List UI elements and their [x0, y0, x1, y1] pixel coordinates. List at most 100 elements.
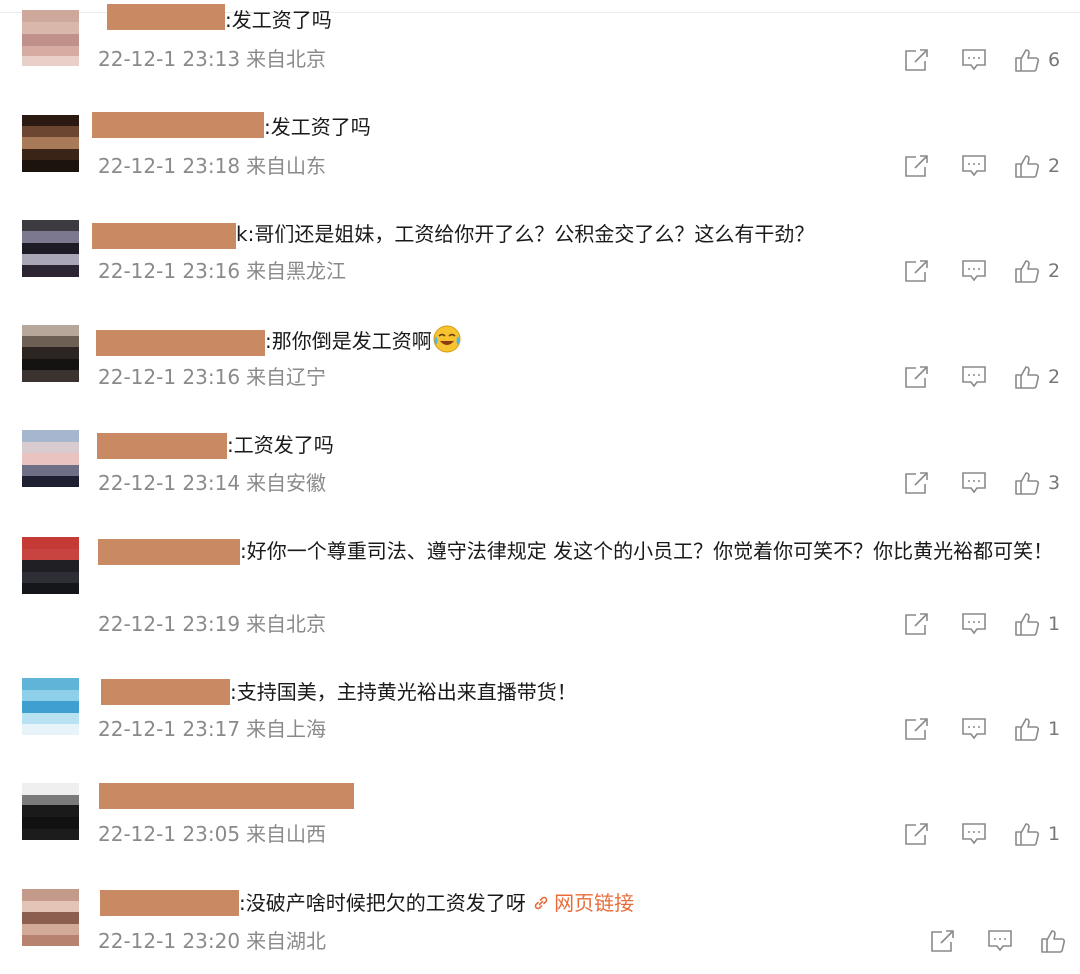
comment-time: 22-12-1 23:16: [98, 259, 241, 283]
username-redacted[interactable]: [99, 783, 354, 809]
comment-item: :支持国美，主持黄光裕出来直播带货！ 22-12-1 23:17 来自上海 1: [0, 669, 1080, 769]
comment-location: 来自湖北: [246, 929, 327, 953]
share-icon: [905, 718, 928, 740]
comment-time: 22-12-1 23:20: [98, 929, 241, 953]
share-icon: [931, 930, 954, 952]
like-button[interactable]: 2: [1014, 363, 1060, 391]
like-count: 3: [1048, 472, 1061, 494]
avatar[interactable]: [22, 325, 79, 382]
share-button[interactable]: [903, 363, 931, 391]
comment-time: 22-12-1 23:18: [98, 154, 241, 178]
username-tail: k: [236, 222, 248, 246]
reply-button[interactable]: [960, 46, 988, 74]
reply-button[interactable]: [960, 363, 988, 391]
avatar[interactable]: [22, 220, 79, 277]
thumbs-up-icon: [1015, 718, 1040, 741]
like-button[interactable]: 3: [1014, 469, 1060, 497]
avatar[interactable]: [22, 537, 79, 594]
comment-text: k:哥们还是姐妹，工资给你开了么？公积金交了么？这么有干劲？: [236, 218, 1056, 250]
comment-icon: [962, 155, 986, 177]
comment-time: 22-12-1 23:14: [98, 471, 241, 495]
reply-button[interactable]: [960, 152, 988, 180]
avatar[interactable]: [22, 10, 79, 66]
comment-time: 22-12-1 23:19: [98, 612, 241, 636]
share-icon: [905, 366, 928, 388]
comment-actions: 2: [900, 152, 1070, 180]
avatar[interactable]: [22, 889, 79, 946]
comment-meta: 22-12-1 23:18 来自山东: [98, 153, 326, 179]
comment-item: 22-12-1 23:05 来自山西 1: [0, 775, 1080, 875]
username-redacted[interactable]: [92, 112, 264, 138]
like-button[interactable]: 6: [1014, 46, 1060, 74]
username-redacted[interactable]: [97, 433, 227, 459]
comment-icon: [962, 472, 986, 494]
reply-button[interactable]: [960, 715, 988, 743]
like-button[interactable]: 2: [1014, 152, 1060, 180]
avatar[interactable]: [22, 115, 79, 172]
thumbs-up-icon: [1041, 930, 1066, 953]
web-link[interactable]: 网页链接: [532, 891, 634, 915]
share-button[interactable]: [903, 610, 931, 638]
username-redacted[interactable]: [100, 890, 239, 916]
username-redacted[interactable]: [101, 679, 230, 705]
comment-text: :没破产啥时候把欠的工资发了呀 网页链接: [239, 887, 1056, 919]
comment-meta: 22-12-1 23:05 来自山西: [98, 821, 326, 847]
comment-text: :支持国美，主持黄光裕出来直播带货！: [230, 680, 577, 704]
comment-item: k:哥们还是姐妹，工资给你开了么？公积金交了么？这么有干劲？ 22-12-1 2…: [0, 210, 1080, 310]
like-count: 1: [1048, 823, 1061, 845]
comment-location: 来自北京: [246, 47, 327, 71]
share-button[interactable]: [903, 46, 931, 74]
share-button[interactable]: [929, 927, 957, 955]
comment-icon: [988, 930, 1012, 952]
share-button[interactable]: [903, 469, 931, 497]
like-count: 2: [1048, 260, 1061, 282]
reply-button[interactable]: [960, 820, 988, 848]
like-count: 1: [1048, 613, 1061, 635]
reply-button[interactable]: [960, 610, 988, 638]
reply-button[interactable]: [960, 257, 988, 285]
like-count: 6: [1048, 49, 1061, 71]
username-redacted[interactable]: [107, 4, 225, 30]
avatar[interactable]: [22, 678, 79, 735]
link-icon: [534, 896, 548, 910]
comment-actions: 2: [900, 363, 1070, 391]
share-icon: [905, 472, 928, 494]
like-button[interactable]: 2: [1014, 257, 1060, 285]
share-button[interactable]: [903, 820, 931, 848]
like-button[interactable]: 1: [1014, 820, 1060, 848]
comment-icon: [962, 613, 986, 635]
thumbs-up-icon: [1015, 613, 1040, 636]
share-icon: [905, 260, 928, 282]
comment-actions: [926, 927, 1080, 955]
reply-button[interactable]: [960, 469, 988, 497]
comment-text: :那你倒是发工资啊: [265, 324, 1056, 357]
like-button[interactable]: [1040, 927, 1074, 955]
comment-actions: 1: [900, 715, 1070, 743]
share-button[interactable]: [903, 715, 931, 743]
like-button[interactable]: 1: [1014, 715, 1060, 743]
username-redacted[interactable]: [92, 223, 236, 249]
comment-meta: 22-12-1 23:19 来自北京: [98, 611, 326, 637]
comment-icon: [962, 718, 986, 740]
comment-text: :工资发了吗: [227, 433, 334, 457]
avatar[interactable]: [22, 430, 79, 487]
comment-icon: [962, 49, 986, 71]
comment-item: :工资发了吗 22-12-1 23:14 来自安徽 3: [0, 420, 1080, 525]
avatar[interactable]: [22, 783, 79, 840]
comment-item: :发工资了吗 22-12-1 23:13 来自北京 6: [0, 0, 1080, 90]
comment-meta: 22-12-1 23:17 来自上海: [98, 716, 326, 742]
thumbs-up-icon: [1015, 472, 1040, 495]
comment-body: :没破产啥时候把欠的工资发了呀: [239, 891, 526, 915]
comment-item: :那你倒是发工资啊 22-12-1 23:16 来自辽宁 2: [0, 315, 1080, 415]
comment-icon: [962, 366, 986, 388]
thumbs-up-icon: [1015, 366, 1040, 389]
thumbs-up-icon: [1015, 49, 1040, 72]
comment-icon: [962, 823, 986, 845]
username-redacted[interactable]: [96, 330, 265, 356]
like-button[interactable]: 1: [1014, 610, 1060, 638]
reply-button[interactable]: [986, 927, 1014, 955]
comment-location: 来自山东: [246, 154, 327, 178]
like-count: 2: [1048, 366, 1061, 388]
share-button[interactable]: [903, 257, 931, 285]
share-button[interactable]: [903, 152, 931, 180]
